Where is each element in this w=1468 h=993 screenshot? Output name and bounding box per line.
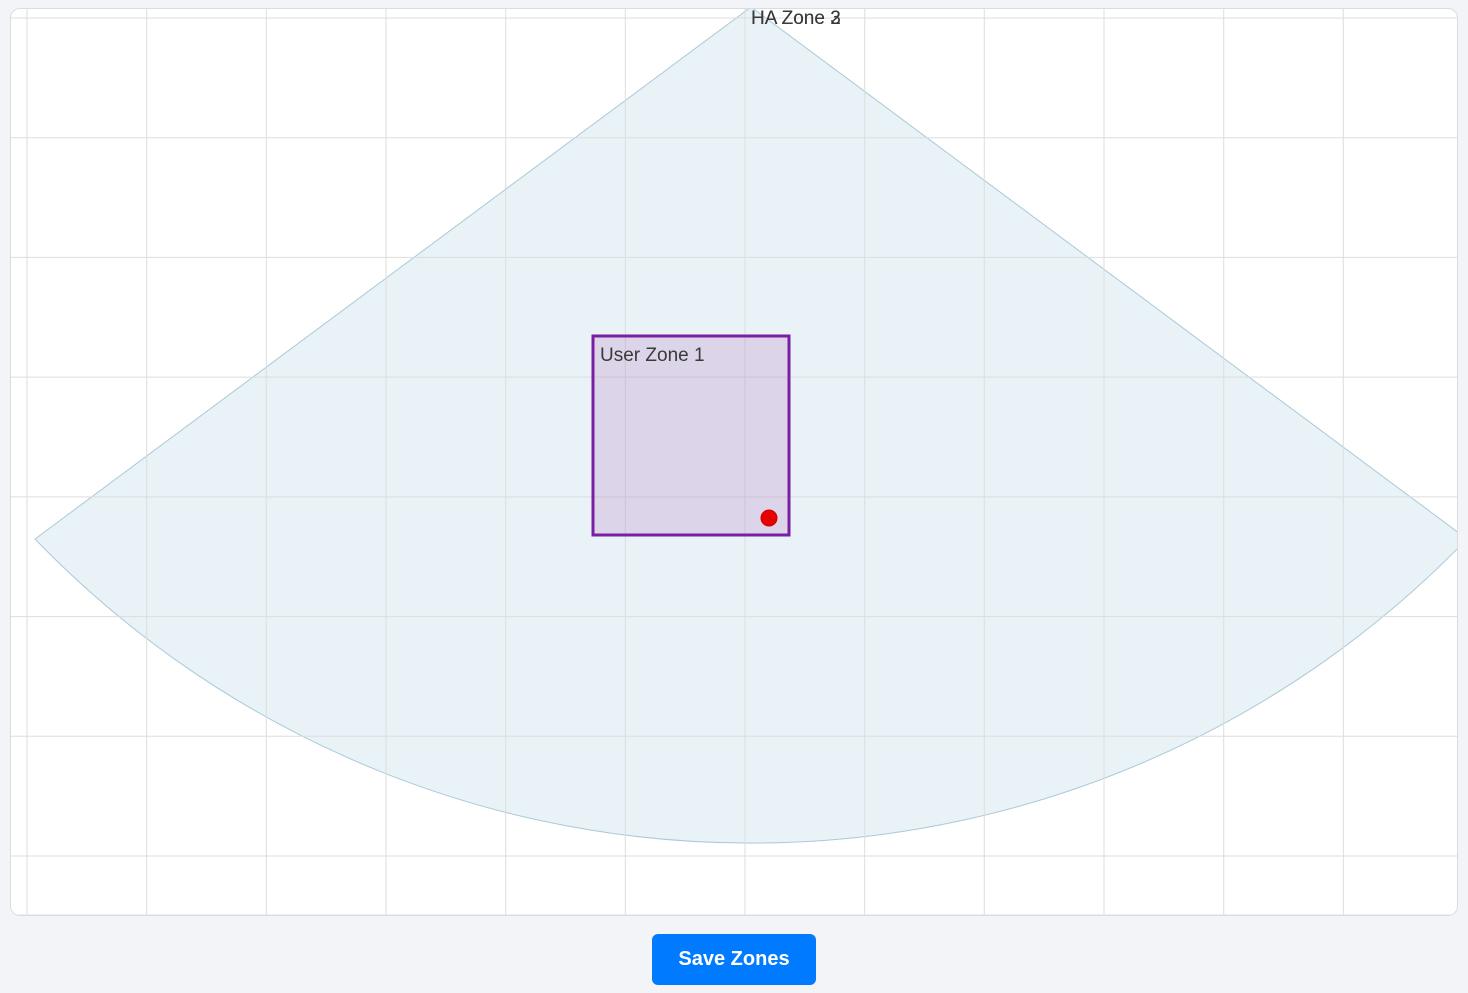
- zone-editor-canvas[interactable]: HA Zone 2 HA Zone 3 User Zone 1: [10, 8, 1458, 916]
- button-row: Save Zones: [10, 934, 1458, 985]
- user-zone-1[interactable]: [593, 336, 789, 535]
- target-point[interactable]: [761, 510, 777, 526]
- save-zones-button[interactable]: Save Zones: [652, 934, 815, 985]
